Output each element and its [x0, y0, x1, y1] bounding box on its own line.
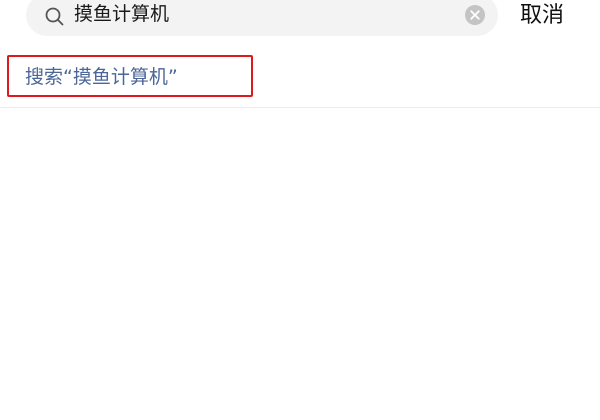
search-icon — [44, 6, 66, 28]
empty-results-area — [0, 108, 600, 420]
search-screen: 摸鱼计算机 取消 搜索“摸鱼计算机” — [0, 0, 600, 420]
search-suggestion-row[interactable]: 搜索“摸鱼计算机” — [0, 52, 600, 108]
clear-icon[interactable] — [464, 4, 486, 26]
search-box[interactable]: 摸鱼计算机 — [26, 0, 498, 36]
search-bar: 摸鱼计算机 取消 — [0, 0, 600, 44]
highlight-box — [7, 55, 253, 97]
cancel-button[interactable]: 取消 — [520, 0, 564, 32]
search-input[interactable]: 摸鱼计算机 — [74, 0, 169, 29]
